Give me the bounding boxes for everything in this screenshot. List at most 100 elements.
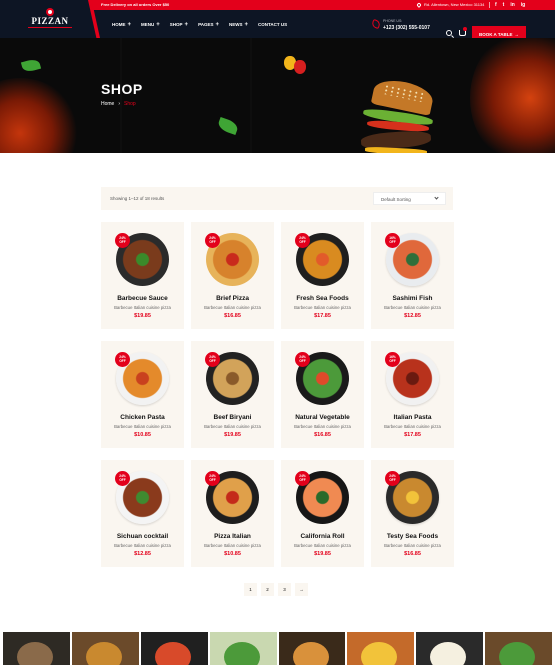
product-name[interactable]: Italian Pasta [371, 414, 454, 421]
gallery-photo[interactable] [3, 632, 70, 665]
phone-number: +123 (302) 555-0107 [383, 25, 430, 31]
discount-badge: 16% OFF [385, 233, 400, 248]
product-card[interactable]: 24% OFF California Roll Barbecue Italian cu… [281, 460, 364, 567]
discount-off: OFF [209, 358, 216, 363]
food-image [499, 642, 536, 665]
product-description: Barbecue Italian cuisine pizza [114, 543, 171, 548]
discount-off: OFF [119, 358, 126, 363]
gallery-photo[interactable] [140, 632, 208, 665]
discount-badge: 24% OFF [115, 233, 130, 248]
nav-item-news[interactable]: NEWS + [229, 21, 249, 28]
product-name[interactable]: Beef Biryani [191, 414, 274, 421]
product-name[interactable]: California Roll [281, 533, 364, 540]
twitter-icon[interactable]: t [503, 1, 505, 9]
discount-off: OFF [389, 358, 396, 363]
product-description: Barbecue Italian cuisine pizza [114, 424, 171, 429]
logo-emblem-icon [46, 8, 54, 16]
discount-badge: 24% OFF [205, 352, 220, 367]
gallery-photo[interactable] [485, 632, 552, 665]
product-card[interactable]: 16% OFF Sashimi Fish Barbecue Italian cuisi… [371, 222, 454, 329]
linkedin-icon[interactable]: in [510, 1, 514, 9]
discount-off: OFF [299, 239, 306, 244]
product-name[interactable]: Testy Sea Foods [371, 533, 454, 540]
page-banner: SHOP Home › Shop [0, 38, 555, 153]
product-card[interactable]: 24% OFF Natural Vegetable Barbecue Italian … [281, 341, 364, 448]
product-card[interactable]: 24% OFF Pizza Italian Barbecue Italian cuis… [191, 460, 274, 567]
discount-off: OFF [389, 239, 396, 244]
brand-logo[interactable]: PIZZAN [28, 8, 72, 28]
product-card[interactable]: 24% OFF Chicken Pasta Barbecue Italian cuis… [101, 341, 184, 448]
product-price: $12.85 [404, 313, 421, 319]
product-price: $16.85 [404, 551, 421, 557]
nav-item-contact[interactable]: CONTACT US [258, 22, 287, 27]
discount-badge: 24% OFF [205, 233, 220, 248]
sort-value: Default Sorting [381, 197, 411, 202]
arrow-right-icon: → [299, 587, 304, 592]
product-price: $17.85 [314, 313, 331, 319]
nav-item-shop[interactable]: SHOP + [169, 22, 188, 28]
instagram-icon[interactable]: ig [521, 1, 525, 9]
product-card[interactable]: 24% OFF Sichuan cocktail Barbecue Italian c… [101, 460, 184, 567]
discount-badge: 24% OFF [205, 471, 220, 486]
food-image [85, 642, 122, 665]
product-name[interactable]: Pizza Italian [191, 533, 274, 540]
gallery-photo[interactable] [416, 632, 484, 665]
product-name[interactable]: Fresh Sea Foods [281, 295, 364, 302]
divider [489, 2, 490, 8]
discount-badge: 24% OFF [115, 352, 130, 367]
nav-item-home[interactable]: HOME + [112, 21, 132, 28]
product-name[interactable]: Barbecue Sauce [101, 295, 184, 302]
nav-item-menu[interactable]: MENU + [141, 21, 160, 28]
product-price: $19.85 [224, 432, 241, 438]
discount-badge: 24% OFF [385, 471, 400, 486]
product-card[interactable]: 24% OFF Testy Sea Foods Barbecue Italian cu… [371, 460, 454, 567]
product-name[interactable]: Brief Pizza [191, 295, 274, 302]
search-icon[interactable] [446, 30, 452, 36]
product-card[interactable]: 24% OFF Brief Pizza Barbecue Italian cuisin… [191, 222, 274, 329]
discount-badge: 24% OFF [295, 471, 310, 486]
product-card[interactable]: 24% OFF Beef Biryani Barbecue Italian cuisi… [191, 341, 274, 448]
arrow-right-icon: → [514, 31, 520, 37]
page-2-button[interactable]: 2 [261, 583, 274, 596]
page-title: SHOP [101, 81, 143, 97]
product-name[interactable]: Chicken Pasta [101, 414, 184, 421]
breadcrumb-home[interactable]: Home [101, 101, 114, 107]
product-price: $19.85 [134, 313, 151, 319]
product-name[interactable]: Sichuan cocktail [101, 533, 184, 540]
plus-icon: + [244, 21, 249, 28]
page-3-button[interactable]: 3 [278, 583, 291, 596]
sort-select[interactable]: Default Sorting [373, 192, 446, 205]
product-description: Barbecue Italian cuisine pizza [294, 543, 351, 548]
product-card[interactable]: 24% OFF Fresh Sea Foods Barbecue Italian cu… [281, 222, 364, 329]
facebook-icon[interactable]: f [495, 1, 497, 9]
plus-icon: + [156, 21, 160, 28]
product-card[interactable]: 24% OFF Barbecue Sauce Barbecue Italian cui… [101, 222, 184, 329]
promo-text: Free Delivery on all orders Over $50 [101, 2, 170, 7]
product-card[interactable]: 16% OFF Italian Pasta Barbecue Italian cuis… [371, 341, 454, 448]
page-1-button[interactable]: 1 [244, 583, 257, 596]
next-page-button[interactable]: → [295, 583, 308, 596]
address-text: Rd. Allentown, New Mexico 31134 [416, 2, 485, 8]
cart-badge [463, 27, 467, 31]
product-name[interactable]: Sashimi Fish [371, 295, 454, 302]
location-pin-icon [416, 2, 422, 8]
nav-item-pages[interactable]: PAGES + [198, 22, 219, 28]
plus-icon: + [127, 21, 132, 28]
burger-cheese [364, 146, 428, 153]
basil-leaf-image [20, 57, 42, 74]
gallery-photo[interactable] [347, 632, 415, 665]
product-price: $16.85 [224, 313, 241, 319]
gallery-photo[interactable] [278, 632, 346, 665]
pepper-red-image [294, 60, 306, 74]
food-image [223, 642, 260, 665]
chevron-down-icon [434, 195, 439, 200]
product-name[interactable]: Natural Vegetable [281, 414, 364, 421]
instagram-gallery [3, 632, 552, 665]
address-value: Rd. Allentown, New Mexico 31134 [424, 2, 485, 7]
gallery-photo[interactable] [71, 632, 139, 665]
nav-label: SHOP [169, 22, 183, 27]
discount-off: OFF [389, 477, 396, 482]
product-description: Barbecue Italian cuisine pizza [114, 305, 171, 310]
discount-badge: 24% OFF [115, 471, 130, 486]
gallery-photo[interactable] [209, 632, 277, 665]
